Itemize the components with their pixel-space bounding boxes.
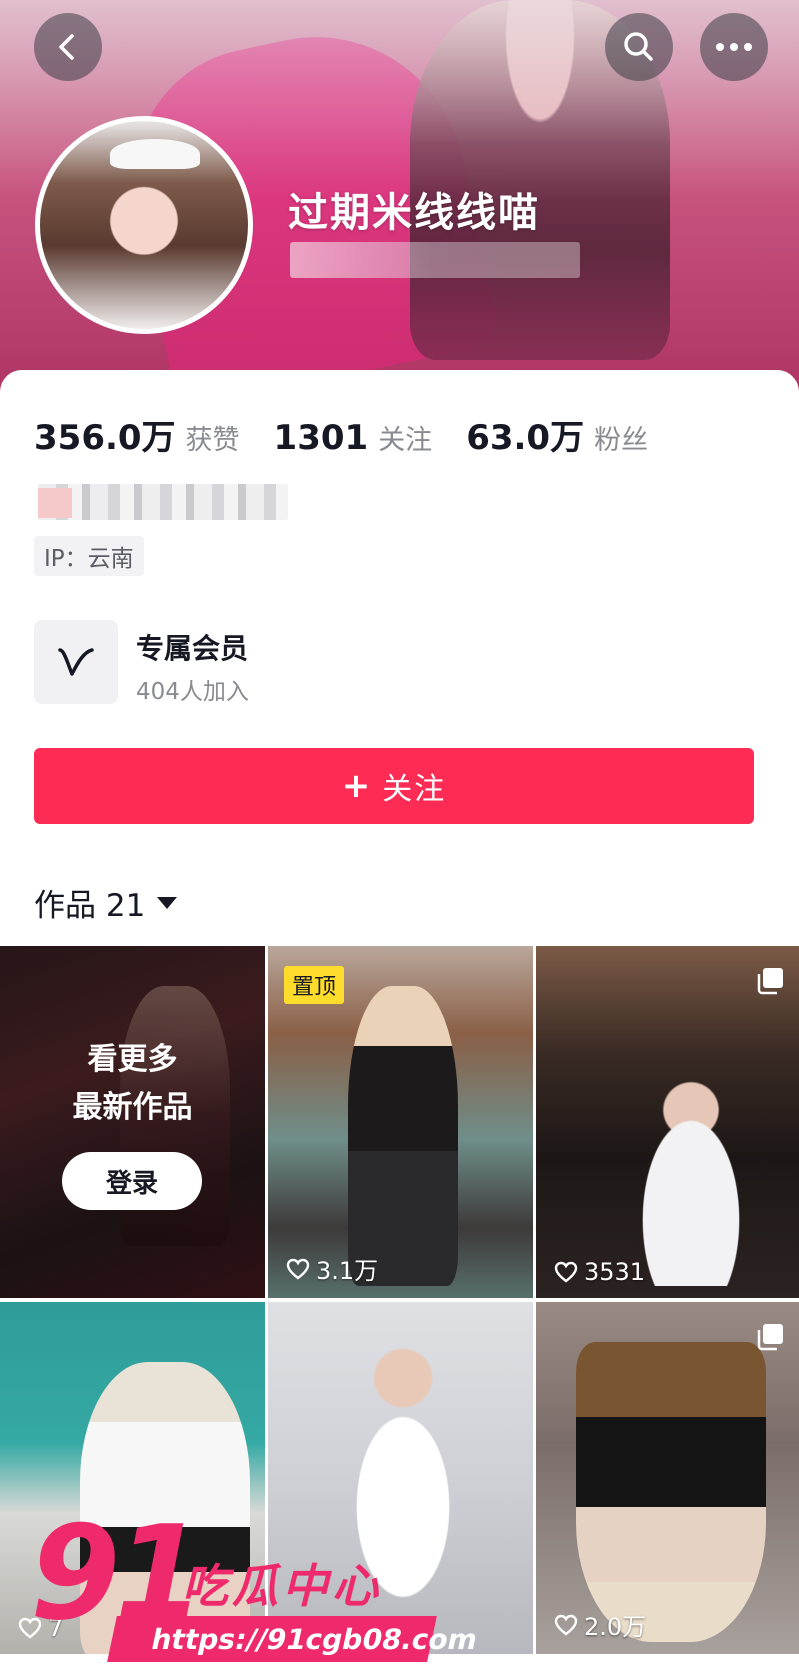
like-count: 2.0万 xyxy=(554,1607,646,1642)
work-tile[interactable]: 3531 xyxy=(536,946,799,1298)
caret-down-icon xyxy=(157,896,178,909)
membership-icon-button[interactable] xyxy=(34,620,118,704)
login-button[interactable]: 登录 xyxy=(62,1152,202,1210)
membership-v-icon xyxy=(58,648,94,676)
more-button[interactable] xyxy=(700,13,768,81)
login-prompt-text: 看更多 最新作品 xyxy=(72,1042,193,1125)
avatar[interactable] xyxy=(35,116,253,334)
search-icon xyxy=(624,32,653,61)
profile-name: 过期米线线喵 xyxy=(288,190,540,236)
profile-stats: 356.0万 获赞 1301 关注 63.0万 粉丝 xyxy=(34,410,682,459)
likes-label: 获赞 xyxy=(185,425,240,456)
multi-image-icon xyxy=(757,1324,783,1351)
heart-icon xyxy=(554,1261,578,1283)
membership-subtitle: 404人加入 xyxy=(136,679,249,705)
following-count[interactable]: 1301 xyxy=(274,418,369,458)
following-label[interactable]: 关注 xyxy=(378,418,432,457)
plus-icon: + xyxy=(341,766,373,806)
likes-count: 356.0万 xyxy=(34,418,176,458)
redacted-user-id xyxy=(290,242,580,278)
followers-count[interactable]: 63.0万 xyxy=(466,410,584,459)
redacted-bio xyxy=(38,484,288,520)
heart-icon xyxy=(286,1258,310,1280)
multi-image-icon xyxy=(757,968,783,995)
work-tile[interactable]: 2.0万 xyxy=(536,1302,799,1654)
follow-button-label: 关注 xyxy=(382,772,447,807)
more-dots-icon xyxy=(716,43,752,51)
ip-location-tag: IP：云南 xyxy=(34,536,144,576)
chevron-left-icon xyxy=(59,34,74,60)
follow-button[interactable]: + 关注 xyxy=(34,748,754,824)
membership-title[interactable]: 专属会员 xyxy=(136,627,248,667)
back-button[interactable] xyxy=(34,13,102,81)
works-tab-label: 作品 21 xyxy=(34,888,146,924)
work-tile[interactable]: 置顶 3.1万 xyxy=(268,946,533,1298)
watermark-logo-text: 吃瓜中心 xyxy=(182,1559,382,1613)
followers-label[interactable]: 粉丝 xyxy=(594,418,648,457)
tab-works[interactable]: 作品 21 xyxy=(34,880,178,925)
search-button[interactable] xyxy=(605,13,673,81)
locked-work-tile[interactable]: 看更多 最新作品 登录 xyxy=(0,946,265,1298)
site-watermark: 91 吃瓜中心 https://91cgb08.com xyxy=(30,1508,481,1678)
like-count: 3531 xyxy=(554,1258,645,1286)
heart-icon xyxy=(554,1614,578,1636)
like-count: 3.1万 xyxy=(286,1251,378,1286)
watermark-url: https://91cgb08.com xyxy=(107,1616,481,1662)
pinned-badge: 置顶 xyxy=(284,966,345,1004)
